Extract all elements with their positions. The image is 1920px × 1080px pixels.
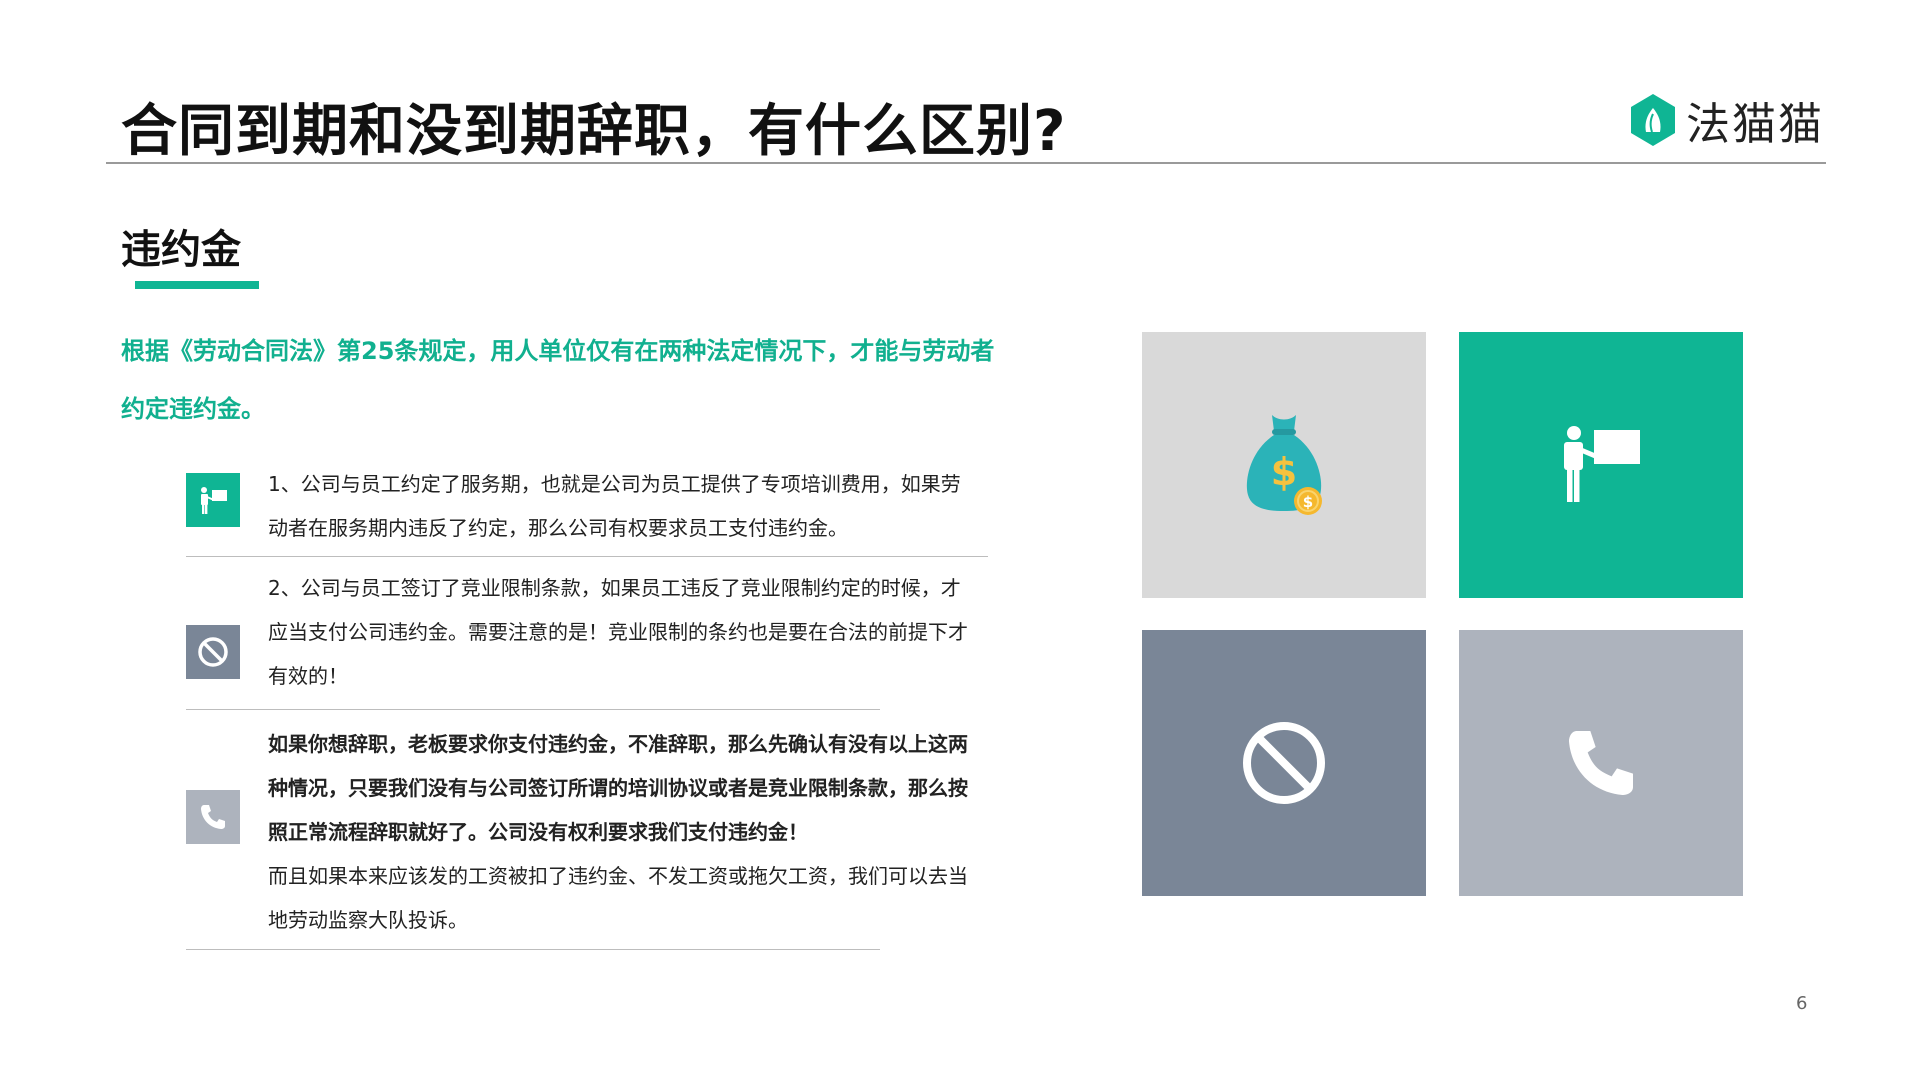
- item-2-text: 2、公司与员工签订了竞业限制条款，如果员工违反了竞业限制约定的时候，才应当支付公…: [268, 576, 968, 688]
- item-3-bold-text: 如果你想辞职，老板要求你支付违约金，不准辞职，那么先确认有没有以上这两种情况，只…: [268, 732, 968, 844]
- svg-text:$: $: [1271, 450, 1297, 494]
- item-1-icon-box: [186, 473, 240, 527]
- item-2-icon-box: [186, 625, 240, 679]
- item-1-divider: [186, 556, 988, 557]
- tile-phone: [1459, 630, 1743, 896]
- tile-money-bag: $ $: [1142, 332, 1426, 598]
- brand-logo: 法猫猫: [1628, 88, 1824, 152]
- tile-prohibited: [1142, 630, 1426, 896]
- item-3-icon-box: [186, 790, 240, 844]
- section-heading: 违约金: [121, 227, 241, 273]
- prohibited-icon: [1243, 722, 1325, 804]
- tile-presentation: [1459, 332, 1743, 598]
- brand-name: 法猫猫: [1686, 99, 1824, 150]
- prohibited-icon: [198, 637, 228, 667]
- svg-text:$: $: [1303, 493, 1313, 511]
- page-title: 合同到期和没到期辞职，有什么区别?: [121, 99, 1067, 164]
- item-1-text: 1、公司与员工约定了服务期，也就是公司为员工提供了专项培训费用，如果劳动者在服务…: [268, 472, 961, 540]
- item-3-text: 而且如果本来应该发的工资被扣了违约金、不发工资或拖欠工资，我们可以去当地劳动监察…: [268, 864, 968, 932]
- item-3-divider: [186, 949, 880, 950]
- section-underline: [135, 281, 259, 289]
- lead-paragraph: 根据《劳动合同法》第25条规定，用人单位仅有在两种法定情况下，才能与劳动者约定违…: [121, 337, 995, 423]
- page-number: 6: [1796, 993, 1808, 1014]
- phone-icon: [201, 805, 225, 829]
- presentation-icon: [1564, 426, 1640, 502]
- logo-mark-icon: [1631, 94, 1675, 146]
- presentation-icon: [201, 487, 227, 514]
- phone-icon: [1569, 731, 1633, 795]
- money-bag-icon: $ $: [1246, 415, 1322, 515]
- title-divider: [106, 162, 1826, 164]
- item-2-divider: [186, 709, 880, 710]
